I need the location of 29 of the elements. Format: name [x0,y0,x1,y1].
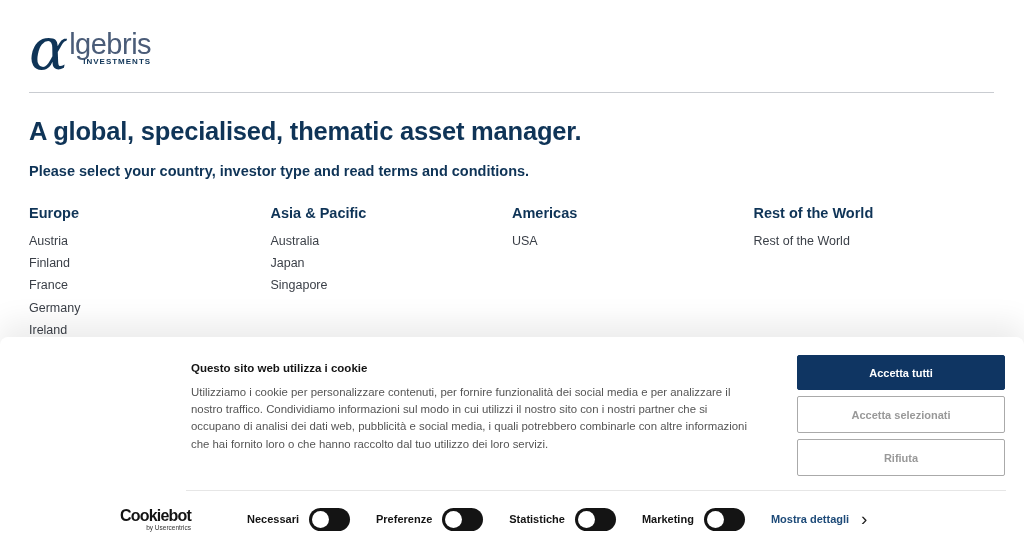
details-link[interactable]: Mostra dettagli › [770,508,868,530]
cookie-title: Questo sito web utilizza i cookie [191,362,368,374]
country-link[interactable]: Japan [270,252,512,275]
toggle-switch[interactable] [309,507,350,531]
page-subheadline: Please select your country, investor type and read terms and conditions. [29,163,531,179]
country-link[interactable]: Austria [29,230,271,253]
country-link[interactable]: Finland [29,252,271,275]
toggle-switch[interactable] [574,507,616,531]
country-link[interactable]: Germany [29,296,271,319]
region-heading: Americas [512,205,579,221]
country-link[interactable]: Rest of the World [753,230,995,253]
toggle-switch[interactable] [442,507,484,531]
country-link[interactable]: Australia [270,230,512,253]
toggle-label: Preferenze [376,513,433,525]
country-link[interactable]: France [29,274,271,297]
cookie-text: Utilizziamo i cookie per personalizzare contenuti, per fornire funzionalità dei social media e per analizzare il nostro traffico. Condividiamo informazioni sul modo in cui utilizzi il nostro sito con i nostri partner che si occupano di analisi dei dati web, pubblicità e social media, i quali potrebbero combinarle con altre informazioni che hai fornito loro o che hanno raccolto dal tuo utilizzo dei loro servizi. [191,385,748,452]
toggle-label: Marketing [641,513,694,525]
consent-button[interactable]: Accetta tutti [797,355,1005,390]
toggle-label: Necessari [247,513,299,525]
country-link[interactable]: Singapore [270,274,512,297]
chevron-icon: › [861,508,868,530]
page-headline: A global, specialised, thematic asset manager. [29,117,583,146]
region-heading: Asia & Pacific [270,205,368,221]
country-link[interactable]: USA [512,230,754,253]
toggle-label: Statistiche [509,513,565,525]
country-link[interactable]: Ireland [29,318,271,341]
region-heading: Rest of the World [753,205,875,221]
toggle-switch[interactable] [703,507,745,531]
region-heading: Europe [29,205,80,221]
